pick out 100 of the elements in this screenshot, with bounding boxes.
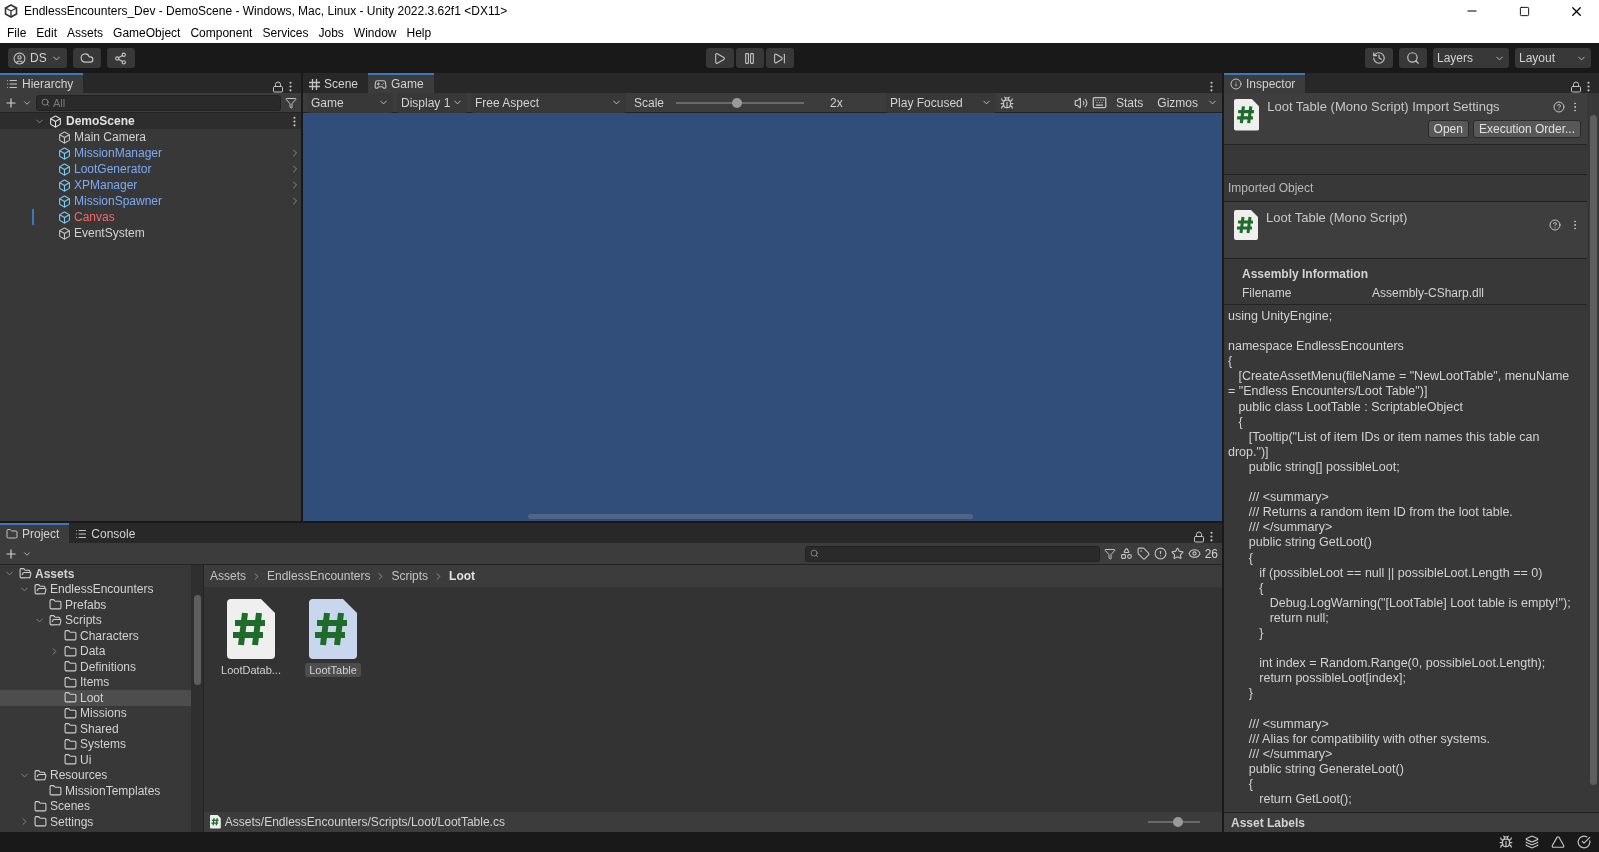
menu-item[interactable]: Component — [185, 25, 258, 40]
add-icon[interactable] — [4, 546, 18, 561]
folder-item[interactable]: Items — [0, 674, 191, 690]
scene-row[interactable]: DemoScene — [0, 113, 301, 129]
file-name[interactable]: LootDatab... — [217, 663, 285, 677]
inspector-button[interactable]: Open — [1427, 120, 1469, 138]
panel-tab[interactable]: Console — [69, 523, 146, 543]
folder-item[interactable]: Definitions — [0, 659, 191, 675]
stats-button[interactable]: Stats — [1110, 92, 1149, 113]
inspector-tab[interactable]: Inspector — [1224, 73, 1306, 93]
add-icon[interactable] — [4, 95, 18, 110]
scrollbar[interactable] — [191, 565, 203, 832]
menu-item[interactable]: Help — [401, 25, 437, 40]
slider-thumb[interactable] — [1173, 817, 1184, 827]
breadcrumb-link[interactable]: Assets — [210, 569, 246, 583]
cloud-icon — [79, 51, 94, 65]
bug-icon[interactable] — [1000, 95, 1015, 110]
pause-button[interactable] — [735, 48, 764, 68]
version-control-button[interactable] — [106, 48, 135, 68]
tag-icon[interactable] — [1136, 547, 1150, 560]
step-button[interactable] — [765, 48, 794, 68]
folder-item[interactable]: Settings — [0, 814, 191, 830]
lock-icon[interactable] — [1570, 81, 1582, 93]
inspector-button[interactable]: Execution Order... — [1472, 120, 1581, 138]
graphics-icon[interactable] — [1551, 835, 1565, 849]
play-button[interactable] — [705, 48, 734, 68]
cloud-button[interactable] — [72, 48, 101, 68]
gizmos-button[interactable]: Gizmos — [1152, 92, 1203, 113]
warning-icon[interactable] — [1153, 547, 1167, 560]
history-button[interactable] — [1365, 48, 1393, 68]
folder-item[interactable]: Resources — [0, 767, 191, 783]
hierarchy-item[interactable]: EventSystem — [0, 225, 301, 241]
menu-item[interactable]: GameObject — [108, 25, 186, 40]
star-icon[interactable] — [1170, 547, 1184, 560]
filter-icon[interactable] — [285, 96, 297, 109]
layers-dropdown[interactable]: Layers — [1433, 48, 1509, 68]
folder-item[interactable]: EndlessEncounters — [0, 581, 191, 597]
hierarchy-item[interactable]: Main Camera — [0, 129, 301, 145]
breadcrumb-link[interactable]: EndlessEncounters — [267, 569, 371, 583]
search-field[interactable]: All — [36, 94, 281, 111]
folder-item[interactable]: Characters — [0, 628, 191, 644]
cube-icon — [58, 178, 71, 192]
assembly-heading: Assembly Information — [1242, 267, 1369, 281]
hierarchy-item[interactable]: LootGenerator — [0, 161, 301, 177]
hierarchy-tab[interactable]: Hierarchy — [0, 73, 84, 93]
bug-icon[interactable] — [1499, 835, 1513, 849]
menu-item[interactable]: Window — [348, 25, 402, 40]
folder-item[interactable]: MissionTemplates — [0, 783, 191, 799]
branch-icon — [114, 51, 128, 65]
help-icon[interactable] — [1553, 100, 1565, 113]
eye-icon[interactable] — [1187, 547, 1201, 560]
status-check-icon[interactable] — [1577, 835, 1591, 849]
breadcrumb-link[interactable]: Scripts — [391, 569, 429, 583]
scrollbar[interactable] — [1587, 93, 1599, 812]
breadcrumb-link[interactable]: Loot — [449, 569, 476, 583]
hierarchy-item[interactable]: XPManager — [0, 177, 301, 193]
menu-item[interactable]: Services — [257, 25, 314, 40]
lock-icon[interactable] — [1193, 531, 1205, 543]
file-name[interactable]: LootTable — [305, 663, 361, 677]
hierarchy-item[interactable]: MissionManager — [0, 145, 301, 161]
filter-icon[interactable] — [1103, 547, 1116, 560]
view-tab[interactable]: Game — [368, 73, 434, 93]
folder-icon — [64, 753, 77, 767]
folder-item[interactable]: Loot — [0, 690, 191, 706]
folder-item[interactable]: Assets — [0, 566, 191, 582]
component-title: Loot Table (Mono Script) — [1266, 210, 1409, 227]
folder-item[interactable]: Data — [0, 643, 191, 659]
mode-dropdown[interactable]: Game — [307, 92, 393, 113]
folder-item[interactable]: Scripts — [0, 612, 191, 628]
folder-item[interactable]: Scenes — [0, 798, 191, 814]
search-button[interactable] — [1399, 48, 1427, 68]
menu-item[interactable]: File — [2, 25, 32, 40]
view-tab[interactable]: Scene — [303, 73, 369, 93]
lock-icon[interactable] — [272, 81, 284, 93]
speaker-icon[interactable] — [1073, 95, 1088, 110]
panel-tab[interactable]: Project — [0, 523, 70, 543]
search-icon — [809, 548, 819, 558]
scrollbar[interactable] — [528, 514, 973, 519]
type-filter-icon[interactable] — [1119, 547, 1133, 560]
folder-item[interactable]: Ui — [0, 752, 191, 768]
script-source: using UnityEngine; namespace EndlessEncounters { [CreateAssetMenu(fileName = "NewLootTable", menuName = "Endless Encounters/Loot Table")] public class LootTable : ScriptableObject { [Tooltip("List of item IDs or item names this table can drop.")] public string[] possibleLoot; /// <summary> /// Returns a random item ID from the loot table. /// </summary> public string GetLoot() { if (possibleLoot == null || possibleLoot.Length == 0) { Debug.LogWarning("[LootTable] Loot table is empty!"); return null; } int index = Random.Range(0, possibleLoot.Length); return possibleLoot[index]; } /// <summary> /// Alias for compatibility with other systems. /// </summary> public string GenerateLoot() { return GetLoot(); — [1227, 308, 1572, 808]
display-dropdown[interactable]: Display 1 — [397, 92, 467, 113]
cache-icon[interactable] — [1525, 835, 1539, 849]
layout-dropdown[interactable]: Layout — [1515, 48, 1591, 68]
hierarchy-item[interactable]: Canvas — [0, 209, 301, 225]
account-dropdown[interactable]: DS — [8, 48, 67, 68]
menu-item[interactable]: Edit — [31, 25, 63, 40]
aspect-dropdown[interactable]: Free Aspect — [471, 92, 626, 113]
slider-thumb[interactable] — [732, 97, 743, 108]
menu-item[interactable]: Assets — [62, 25, 109, 40]
cube-icon — [58, 210, 71, 224]
folder-item[interactable]: Prefabs — [0, 597, 191, 613]
search-field[interactable] — [804, 545, 1100, 562]
play-mode-dropdown[interactable]: Play Focused — [886, 92, 997, 113]
hierarchy-item[interactable]: MissionSpawner — [0, 193, 301, 209]
folder-item[interactable]: Missions — [0, 705, 191, 721]
keyboard-icon[interactable] — [1091, 95, 1107, 110]
menu-item[interactable]: Jobs — [313, 25, 349, 40]
folder-item[interactable]: Systems — [0, 736, 191, 752]
folder-item[interactable]: Shared — [0, 721, 191, 737]
